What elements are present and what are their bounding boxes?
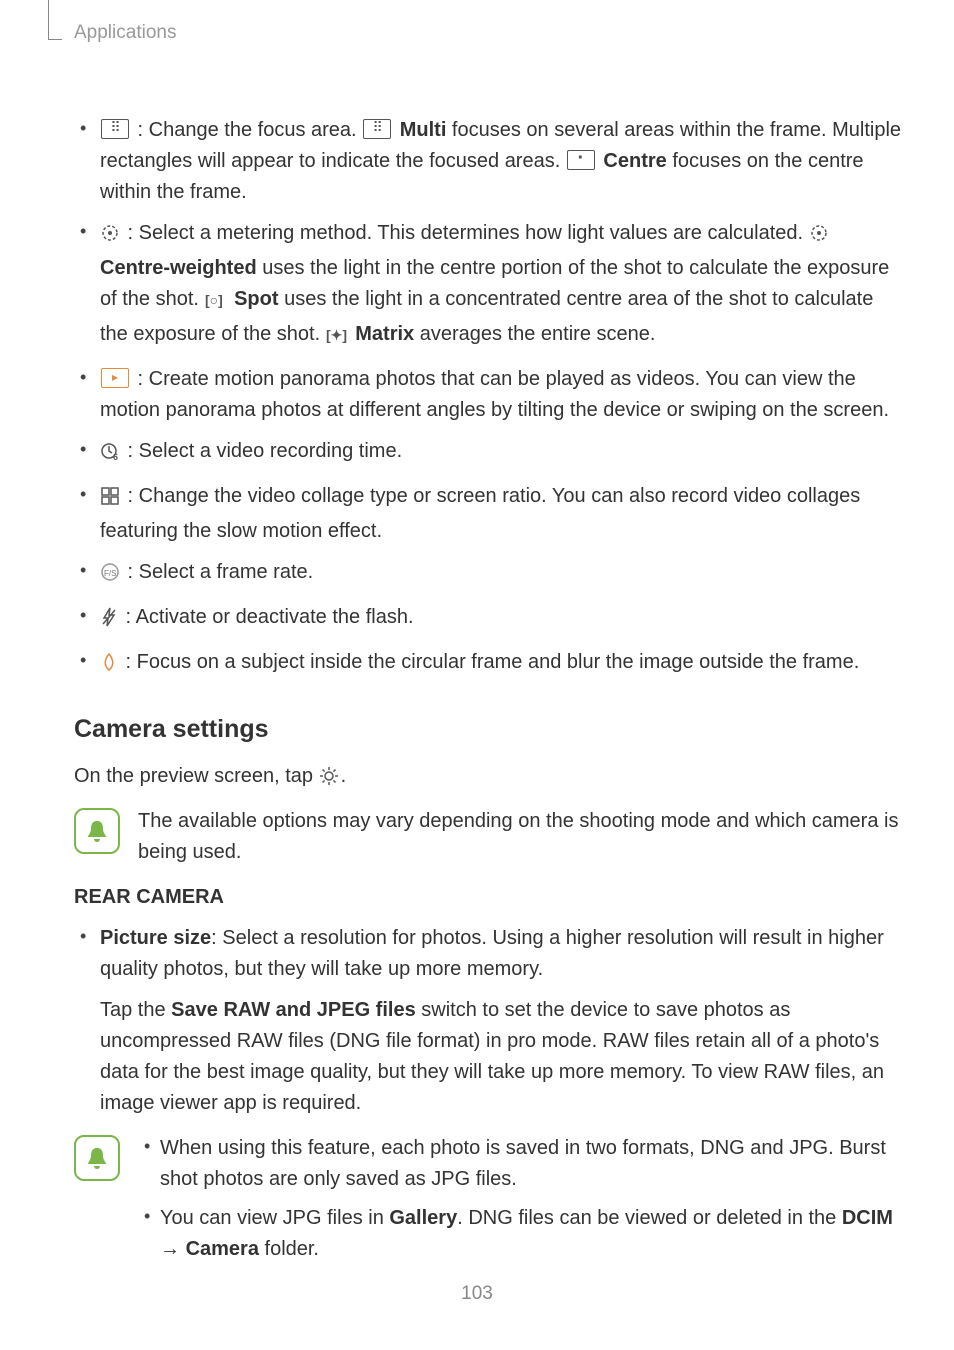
focus-multi-icon	[363, 119, 391, 139]
svg-text:6: 6	[113, 452, 118, 461]
radial-blur-icon	[100, 651, 118, 682]
running-header: Applications	[74, 18, 176, 47]
note-bell-icon	[74, 808, 120, 854]
intro-line: On the preview screen, tap .	[74, 761, 906, 796]
list-item-flash: : Activate or deactivate the flash.	[74, 602, 906, 637]
note-sub-list: When using this feature, each photo is s…	[138, 1133, 906, 1265]
text: averages the entire scene.	[414, 323, 655, 345]
list-item-radial-blur: : Focus on a subject inside the circular…	[74, 647, 906, 682]
list-item-motion-panorama: : Create motion panorama photos that can…	[74, 364, 906, 426]
settings-gear-icon	[319, 765, 339, 796]
list-item: When using this feature, each photo is s…	[138, 1133, 906, 1195]
raw-paragraph: Tap the Save RAW and JPEG files switch t…	[100, 995, 906, 1119]
text: folder.	[259, 1238, 319, 1260]
page-number: 103	[0, 1279, 954, 1308]
list-item-metering: : Select a metering method. This determi…	[74, 218, 906, 354]
video-collage-icon	[100, 485, 120, 516]
motion-panorama-icon	[101, 368, 129, 388]
settings-icon-list: : Change the focus area. Multi focuses o…	[74, 115, 906, 682]
frame-rate-icon: F/S	[100, 561, 120, 592]
label-spot: Spot	[234, 288, 278, 310]
text: : Change the focus area.	[132, 119, 362, 141]
label-multi: Multi	[400, 119, 447, 141]
text: : Activate or deactivate the flash.	[120, 606, 414, 628]
page-content: : Change the focus area. Multi focuses o…	[74, 115, 906, 1287]
focus-multi-icon	[101, 119, 129, 139]
metering-cw-icon	[809, 222, 829, 253]
label-gallery: Gallery	[389, 1207, 457, 1229]
list-item-frame-rate: F/S : Select a frame rate.	[74, 557, 906, 592]
label-camera-folder: Camera	[186, 1238, 259, 1260]
heading-rear-camera: REAR CAMERA	[74, 882, 906, 913]
focus-centre-icon	[567, 150, 595, 170]
metering-icon	[100, 222, 120, 253]
heading-camera-settings: Camera settings	[74, 710, 906, 749]
list-item-recording-time: 6 : Select a video recording time.	[74, 436, 906, 471]
text: : Focus on a subject inside the circular…	[120, 651, 859, 673]
text: You can view JPG files in	[160, 1207, 389, 1229]
label-dcim: DCIM	[842, 1207, 893, 1229]
metering-matrix-icon: [✦]	[326, 323, 348, 354]
list-item-video-collage: : Change the video collage type or scree…	[74, 481, 906, 547]
text: : Create motion panorama photos that can…	[100, 368, 889, 421]
label-picture-size: Picture size	[100, 927, 211, 949]
text: On the preview screen, tap	[74, 765, 319, 787]
text: : Change the video collage type or scree…	[100, 485, 860, 542]
note-raw-formats: When using this feature, each photo is s…	[74, 1133, 906, 1273]
rear-camera-list: Picture size: Select a resolution for ph…	[74, 923, 906, 985]
text: . DNG files can be viewed or deleted in …	[457, 1207, 842, 1229]
text: : Select a resolution for photos. Using …	[100, 927, 884, 980]
text: →	[160, 1238, 186, 1260]
svg-text:F/S: F/S	[104, 569, 116, 578]
label-matrix: Matrix	[355, 323, 414, 345]
note-text: The available options may vary depending…	[138, 806, 906, 868]
page-corner-decoration	[48, 0, 62, 40]
text: .	[341, 765, 347, 787]
list-item: You can view JPG files in Gallery. DNG f…	[138, 1203, 906, 1265]
label-save-raw: Save RAW and JPEG files	[171, 999, 416, 1021]
flash-icon	[100, 606, 118, 637]
list-item-picture-size: Picture size: Select a resolution for ph…	[74, 923, 906, 985]
label-cw: Centre-weighted	[100, 257, 257, 279]
text: Tap the	[100, 999, 171, 1021]
note-availability: The available options may vary depending…	[74, 806, 906, 868]
recording-time-icon: 6	[100, 440, 120, 471]
note-text: When using this feature, each photo is s…	[138, 1133, 906, 1273]
svg-text:[✦]: [✦]	[326, 327, 347, 343]
list-item-focus-area: : Change the focus area. Multi focuses o…	[74, 115, 906, 208]
note-bell-icon	[74, 1135, 120, 1181]
metering-spot-icon: [○]	[205, 288, 227, 319]
text: : Select a frame rate.	[122, 561, 313, 583]
text: : Select a metering method. This determi…	[122, 222, 809, 244]
label-centre: Centre	[603, 150, 666, 172]
text: : Select a video recording time.	[122, 440, 402, 462]
svg-text:[○]: [○]	[205, 292, 223, 308]
